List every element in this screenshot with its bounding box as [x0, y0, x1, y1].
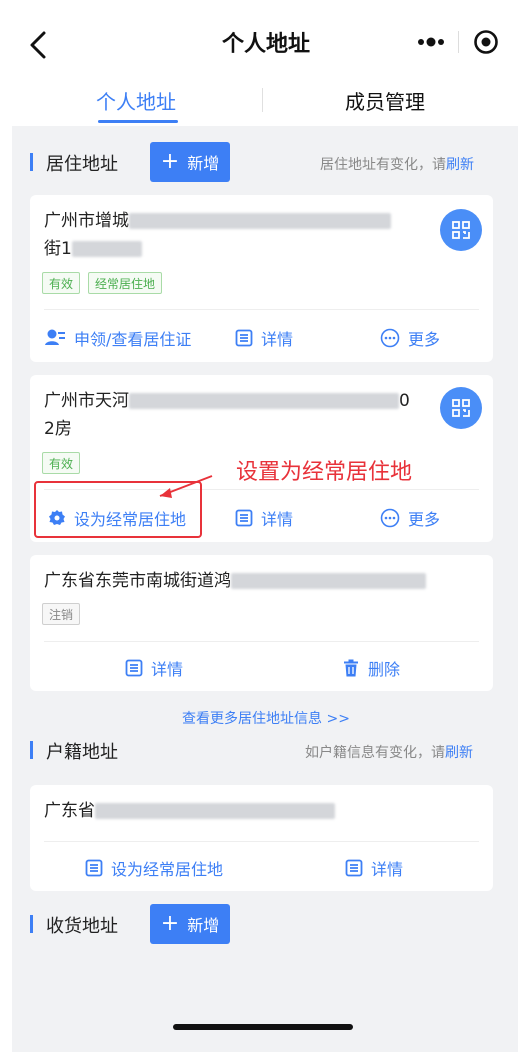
household-card[interactable]: 广东省 设为经常居住地 详情	[30, 785, 493, 891]
add-shipping-button[interactable]: + 新增	[150, 904, 230, 944]
detail-button[interactable]: 详情	[235, 506, 293, 530]
address-line-1: 广州市增城	[44, 211, 129, 231]
qr-code-icon[interactable]	[440, 209, 482, 251]
card-divider	[44, 841, 479, 842]
address-text: 广东省东莞市南城街道鸿	[44, 567, 484, 595]
masked-text	[95, 803, 335, 819]
more-circle-icon	[380, 508, 400, 528]
address-line-1: 广州市天河	[44, 391, 129, 411]
household-section-title: 户籍地址	[46, 742, 118, 763]
more-button[interactable]: 更多	[380, 326, 440, 350]
address-line-2: 2房	[44, 419, 72, 439]
trash-icon	[344, 659, 358, 677]
card-divider	[44, 309, 479, 310]
address-line-1: 广东省	[44, 801, 95, 821]
list-doc-icon	[345, 859, 363, 877]
residence-card-1[interactable]: 广州市增城 街1 有效 经常居住地 申领/查看居住证 详情 更多	[30, 195, 493, 362]
delete-button[interactable]: 删除	[342, 656, 400, 680]
address-line-1: 广东省东莞市南城街道鸿	[44, 571, 231, 591]
qr-code-icon[interactable]	[440, 387, 482, 429]
tab-bar: 个人地址 成员管理	[0, 84, 532, 126]
masked-text	[71, 241, 142, 257]
mini-program-capsule	[404, 22, 514, 62]
card-divider	[44, 641, 479, 642]
household-refresh-link[interactable]: 刷新	[445, 745, 473, 761]
residence-permit-button[interactable]: 申领/查看居住证	[44, 326, 191, 350]
detail-label: 详情	[371, 860, 404, 879]
status-tag-valid: 有效	[42, 452, 81, 474]
detail-label: 详情	[261, 330, 294, 349]
shipping-section-title: 收货地址	[46, 916, 118, 937]
home-indicator	[173, 1024, 353, 1030]
address-line-2: 街1	[44, 239, 72, 259]
section-marker	[30, 915, 33, 933]
set-frequent-label: 设为经常居住地	[111, 860, 224, 879]
annotation-highlight-box	[34, 481, 202, 538]
residence-section-title: 居住地址	[46, 154, 118, 175]
residence-card-3[interactable]: 广东省东莞市南城街道鸿 注销 详情 删除	[30, 555, 493, 691]
residence-hint-text: 居住地址有变化，请	[320, 157, 446, 173]
tab-member-management[interactable]: 成员管理	[345, 86, 425, 115]
section-marker	[30, 741, 33, 759]
residence-permit-label: 申领/查看居住证	[74, 330, 192, 349]
more-label: 更多	[408, 330, 441, 349]
status-tag-valid: 有效	[42, 272, 81, 294]
id-card-icon	[45, 329, 65, 345]
detail-button[interactable]: 详情	[235, 326, 293, 350]
status-tag-cancelled: 注销	[42, 603, 81, 625]
add-residence-label: 新增	[187, 154, 220, 173]
household-refresh-hint: 如户籍信息有变化，请刷新	[305, 742, 473, 762]
section-marker	[30, 153, 33, 171]
address-text: 广州市增城 街1	[44, 207, 434, 263]
detail-button[interactable]: 详情	[125, 656, 183, 680]
plus-icon: +	[160, 149, 180, 174]
more-circle-icon	[380, 328, 400, 348]
detail-label: 详情	[261, 510, 294, 529]
residence-refresh-hint: 居住地址有变化，请刷新	[320, 154, 474, 174]
top-bar: 个人地址	[0, 0, 532, 84]
detail-label: 详情	[151, 660, 184, 679]
list-doc-icon	[235, 509, 253, 527]
set-frequent-residence-button[interactable]: 设为经常居住地	[85, 856, 223, 880]
plus-icon: +	[160, 911, 180, 936]
tab-active-indicator	[98, 120, 178, 123]
masked-text	[231, 573, 426, 589]
residence-refresh-link[interactable]: 刷新	[446, 157, 474, 173]
address-text: 广州市天河 0 2房	[44, 387, 434, 443]
annotation-text: 设置为经常居住地	[236, 460, 413, 485]
delete-label: 删除	[368, 660, 401, 679]
record-circle-icon[interactable]	[459, 22, 513, 62]
add-shipping-label: 新增	[187, 916, 220, 935]
masked-text	[129, 213, 391, 229]
household-hint-text: 如户籍信息有变化，请	[305, 745, 445, 761]
list-doc-icon	[235, 329, 253, 347]
detail-button[interactable]: 详情	[345, 856, 403, 880]
masked-text	[129, 393, 399, 409]
address-text: 广东省	[44, 797, 484, 825]
more-dots-icon[interactable]	[404, 22, 458, 62]
view-more-residence-link[interactable]: 查看更多居住地址信息 >>	[0, 708, 532, 728]
address-line-1-end: 0	[399, 391, 410, 411]
list-doc-icon	[85, 859, 103, 877]
more-label: 更多	[408, 510, 441, 529]
status-tag-frequent: 经常居住地	[88, 272, 163, 294]
list-doc-icon	[125, 659, 143, 677]
tab-personal-address[interactable]: 个人地址	[96, 86, 176, 115]
tab-separator	[262, 88, 263, 112]
more-button[interactable]: 更多	[380, 506, 440, 530]
add-residence-button[interactable]: + 新增	[150, 142, 230, 182]
